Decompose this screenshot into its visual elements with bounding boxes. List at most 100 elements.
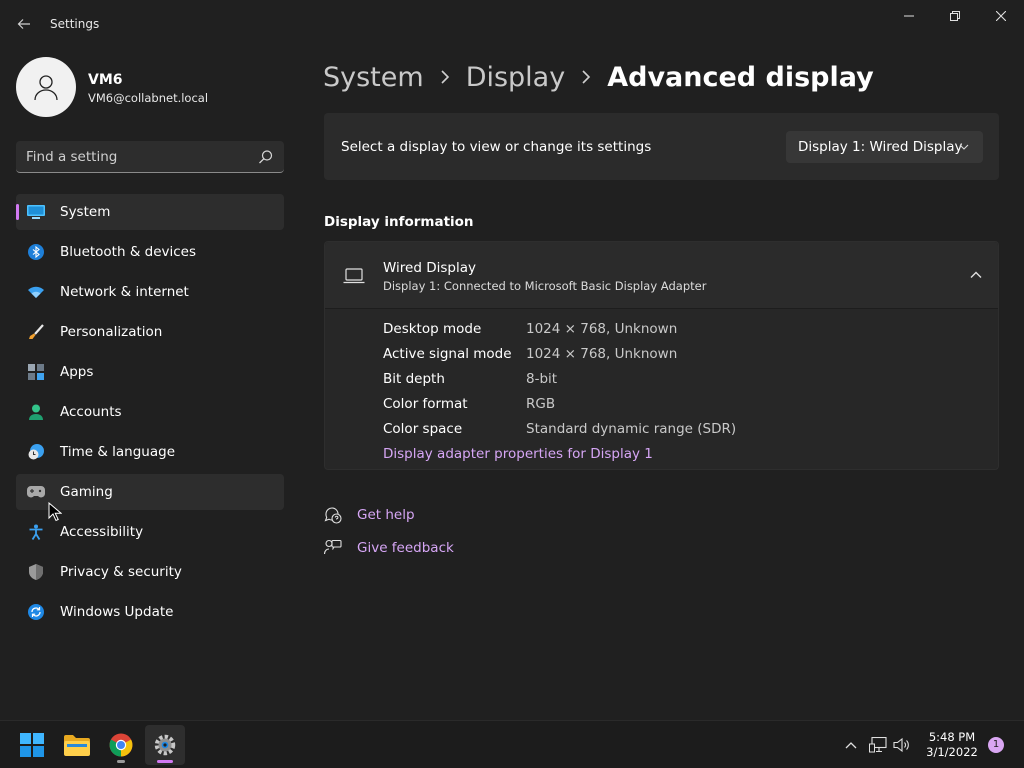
sidebar-item-time-language[interactable]: Time & language — [16, 434, 284, 470]
notification-badge[interactable]: 1 — [988, 737, 1004, 753]
property-value: 1024 × 768, Unknown — [526, 346, 678, 362]
person-icon — [27, 404, 45, 420]
sidebar-item-label: System — [60, 204, 111, 220]
taskbar: 5:48 PM 3/1/2022 1 — [0, 720, 1024, 768]
chevron-down-icon — [959, 144, 969, 150]
taskbar-clock[interactable]: 5:48 PM 3/1/2022 — [920, 730, 984, 760]
chevron-up-icon[interactable] — [968, 267, 984, 283]
settings-icon — [154, 734, 176, 756]
close-icon — [996, 11, 1006, 21]
sidebar-item-personalization[interactable]: Personalization — [16, 314, 284, 350]
get-help-link[interactable]: Get help — [357, 507, 415, 523]
property-value: 1024 × 768, Unknown — [526, 321, 678, 337]
clock-date: 3/1/2022 — [926, 745, 978, 759]
avatar[interactable] — [16, 57, 76, 117]
file-explorer-icon — [64, 735, 90, 756]
sidebar-item-label: Time & language — [60, 444, 176, 460]
sidebar-item-network-internet[interactable]: Network & internet — [16, 274, 284, 310]
sidebar-item-label: Gaming — [60, 484, 113, 500]
sidebar-item-label: Privacy & security — [60, 564, 182, 580]
bluetooth-icon — [27, 244, 45, 260]
property-name: Active signal mode — [383, 346, 512, 362]
property-name: Desktop mode — [383, 321, 482, 337]
display-connection-info: Display 1: Connected to Microsoft Basic … — [383, 279, 707, 293]
search-box[interactable] — [16, 141, 284, 173]
property-name: Color format — [383, 396, 468, 412]
network-tray-button[interactable] — [869, 736, 887, 754]
clock-time: 5:48 PM — [928, 730, 976, 744]
display-info-header[interactable]: Wired Display Display 1: Connected to Mi… — [325, 242, 998, 309]
give-feedback-link[interactable]: Give feedback — [357, 540, 454, 556]
shield-icon — [27, 564, 45, 580]
minimize-button[interactable] — [886, 4, 932, 28]
laptop-icon — [343, 268, 365, 284]
start-button[interactable] — [12, 725, 52, 765]
property-name: Bit depth — [383, 371, 445, 387]
mouse-cursor-icon — [48, 502, 62, 522]
user-name: VM6 — [88, 72, 123, 88]
display-select-card: Select a display to view or change its s… — [324, 113, 999, 180]
volume-icon — [893, 737, 909, 753]
property-value: Standard dynamic range (SDR) — [526, 421, 737, 437]
chevron-right-icon — [565, 70, 607, 84]
sidebar-nav: System Bluetooth & devices Network & int… — [16, 194, 284, 634]
search-icon[interactable] — [258, 149, 274, 165]
sidebar-item-system[interactable]: System — [16, 194, 284, 230]
title-bar: Settings — [0, 0, 1024, 48]
display-adapter-properties-link[interactable]: Display adapter properties for Display 1 — [383, 446, 653, 462]
apps-icon — [27, 364, 45, 380]
sidebar-item-label: Accessibility — [60, 524, 144, 540]
help-icon — [323, 506, 343, 524]
chevron-up-icon — [845, 742, 857, 749]
app-title: Settings — [50, 17, 100, 31]
give-feedback-row[interactable]: Give feedback — [323, 539, 454, 557]
taskbar-settings[interactable] — [145, 725, 185, 765]
search-input[interactable] — [16, 141, 252, 172]
property-value: 8-bit — [526, 371, 558, 387]
display-dropdown-value: Display 1: Wired Display — [798, 139, 963, 155]
sidebar-item-label: Windows Update — [60, 604, 174, 620]
property-name: Color space — [383, 421, 463, 437]
active-indicator — [157, 760, 173, 763]
taskbar-file-explorer[interactable] — [57, 725, 97, 765]
taskbar-chrome[interactable] — [101, 725, 141, 765]
display-info-card: Wired Display Display 1: Connected to Mi… — [324, 241, 999, 470]
breadcrumb-item-display[interactable]: Display — [466, 62, 566, 93]
property-value: RGB — [526, 396, 556, 412]
feedback-icon — [323, 539, 343, 557]
show-hidden-icons-button[interactable] — [842, 736, 860, 754]
running-indicator — [117, 760, 125, 763]
display-name: Wired Display — [383, 260, 476, 276]
breadcrumb: System Display Advanced display — [323, 57, 874, 97]
sidebar-item-label: Network & internet — [60, 284, 189, 300]
chevron-right-icon — [424, 70, 466, 84]
sidebar-item-accounts[interactable]: Accounts — [16, 394, 284, 430]
gamepad-icon — [27, 484, 45, 500]
breadcrumb-item-system[interactable]: System — [323, 62, 424, 93]
sidebar-item-label: Bluetooth & devices — [60, 244, 197, 260]
brush-icon — [27, 324, 45, 340]
close-button[interactable] — [978, 4, 1024, 28]
sidebar-item-label: Apps — [60, 364, 94, 380]
accessibility-icon — [27, 524, 45, 540]
restore-icon — [950, 11, 960, 21]
back-arrow-icon — [17, 19, 30, 29]
sidebar-item-windows-update[interactable]: Windows Update — [16, 594, 284, 630]
section-title: Display information — [324, 214, 474, 230]
volume-tray-button[interactable] — [893, 736, 911, 754]
clock-globe-icon — [27, 444, 45, 460]
display-dropdown[interactable]: Display 1: Wired Display — [786, 131, 983, 163]
back-button[interactable] — [10, 12, 38, 36]
restore-button[interactable] — [932, 4, 978, 28]
windows-start-icon — [20, 733, 44, 757]
update-icon — [27, 604, 45, 620]
minimize-icon — [904, 15, 914, 17]
sidebar-item-privacy-security[interactable]: Privacy & security — [16, 554, 284, 590]
person-icon — [34, 75, 58, 101]
sidebar-item-bluetooth-devices[interactable]: Bluetooth & devices — [16, 234, 284, 270]
network-icon — [869, 737, 887, 753]
selection-indicator — [16, 204, 19, 220]
sidebar-item-apps[interactable]: Apps — [16, 354, 284, 390]
get-help-row[interactable]: Get help — [323, 506, 415, 524]
wifi-icon — [27, 284, 45, 300]
